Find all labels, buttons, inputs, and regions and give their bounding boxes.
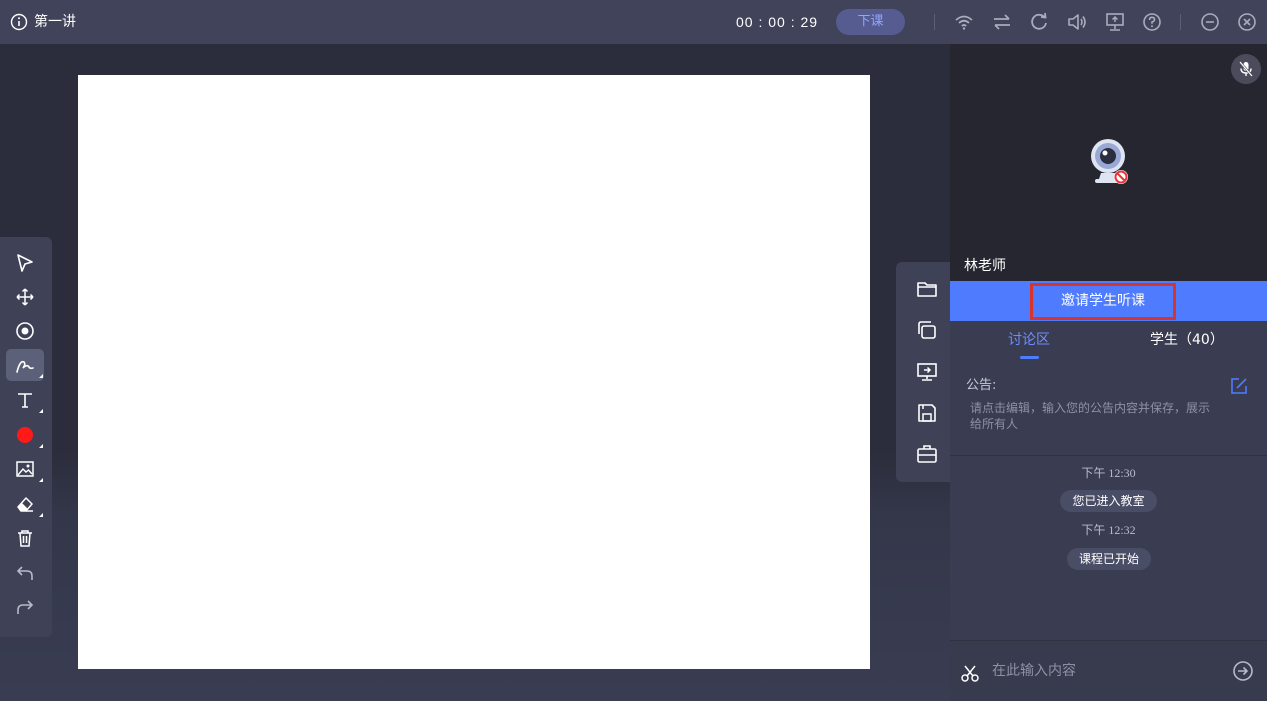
scissors-icon[interactable] <box>960 663 980 683</box>
redo-icon <box>17 600 34 614</box>
message-time: 下午 12:30 <box>1081 466 1136 480</box>
pen-tool[interactable] <box>6 349 44 381</box>
submenu-indicator <box>39 513 43 517</box>
redo-tool[interactable] <box>6 591 44 623</box>
tab-students[interactable]: 学生（40） <box>1150 331 1224 349</box>
delete-tool[interactable] <box>6 522 44 554</box>
submenu-indicator <box>39 478 43 482</box>
divider <box>950 455 1267 456</box>
whiteboard-canvas[interactable] <box>78 75 870 669</box>
camera-off-icon <box>1091 139 1128 184</box>
chat-input-bar <box>950 640 1267 701</box>
active-tab-indicator <box>1020 356 1039 359</box>
system-message: 您已进入教室 <box>1060 490 1157 512</box>
divider <box>1180 14 1181 30</box>
trash-icon <box>18 530 32 547</box>
system-message: 课程已开始 <box>1067 548 1151 570</box>
send-icon[interactable] <box>1232 660 1254 682</box>
save-icon[interactable] <box>916 402 938 424</box>
teacher-video: 林老师 <box>950 44 1267 281</box>
eraser-icon <box>17 497 33 512</box>
edit-icon[interactable] <box>1230 377 1248 395</box>
help-icon[interactable] <box>1141 11 1163 33</box>
notice-title: 公告: <box>966 378 997 393</box>
minimize-icon[interactable] <box>1199 11 1221 33</box>
text-tool[interactable] <box>6 384 44 416</box>
invite-students-button[interactable]: 邀请学生听课 <box>1030 283 1176 320</box>
color-tool[interactable] <box>6 419 44 451</box>
copy-pages-icon[interactable] <box>916 319 938 341</box>
folder-icon[interactable] <box>916 278 938 300</box>
wifi-icon[interactable] <box>953 11 975 33</box>
top-bar: 第一讲 00 : 00 : 29 下课 <box>0 0 1267 44</box>
teacher-name: 林老师 <box>964 258 1006 274</box>
select-tool[interactable] <box>6 247 44 279</box>
volume-icon[interactable] <box>1066 11 1088 33</box>
invite-bar: 邀请学生听课 <box>950 281 1267 321</box>
move-tool[interactable] <box>6 281 44 313</box>
screen-share-icon[interactable] <box>1104 11 1126 33</box>
message-time: 下午 12:32 <box>1081 523 1136 537</box>
eraser-tool[interactable] <box>6 488 44 520</box>
side-panel: 讨论区 学生（40） 公告: 请点击编辑，输入您的公告内容并保存，展示给所有人 … <box>950 321 1267 701</box>
tab-discussion[interactable]: 讨论区 <box>1008 331 1050 349</box>
close-icon[interactable] <box>1236 11 1258 33</box>
end-class-button[interactable]: 下课 <box>836 9 905 35</box>
move-arrows-icon <box>16 288 34 306</box>
submenu-indicator <box>39 444 43 448</box>
present-icon[interactable] <box>916 361 938 383</box>
mic-off-icon[interactable] <box>1231 54 1261 84</box>
drawing-toolbar <box>0 237 52 637</box>
laser-pointer-icon <box>16 322 34 340</box>
switch-icon[interactable] <box>991 11 1013 33</box>
undo-icon <box>16 566 33 580</box>
document-toolbar <box>896 262 950 482</box>
undo-tool[interactable] <box>6 557 44 589</box>
cursor-icon <box>17 254 33 272</box>
text-icon <box>18 393 32 408</box>
pen-scribble-icon <box>16 360 34 373</box>
laser-pointer-tool[interactable] <box>6 315 44 347</box>
class-timer: 00 : 00 : 29 <box>736 14 819 30</box>
submenu-indicator <box>39 409 43 413</box>
submenu-indicator <box>39 374 43 378</box>
toolbox-icon[interactable] <box>916 443 938 465</box>
image-tool[interactable] <box>6 453 44 485</box>
notice-text[interactable]: 请点击编辑，输入您的公告内容并保存，展示给所有人 <box>970 400 1215 432</box>
refresh-icon[interactable] <box>1028 11 1050 33</box>
info-icon[interactable] <box>10 13 28 31</box>
color-swatch-icon <box>17 427 33 443</box>
divider <box>934 14 935 30</box>
lesson-title: 第一讲 <box>34 14 76 30</box>
chat-input[interactable] <box>992 658 1212 684</box>
image-icon <box>16 461 34 477</box>
